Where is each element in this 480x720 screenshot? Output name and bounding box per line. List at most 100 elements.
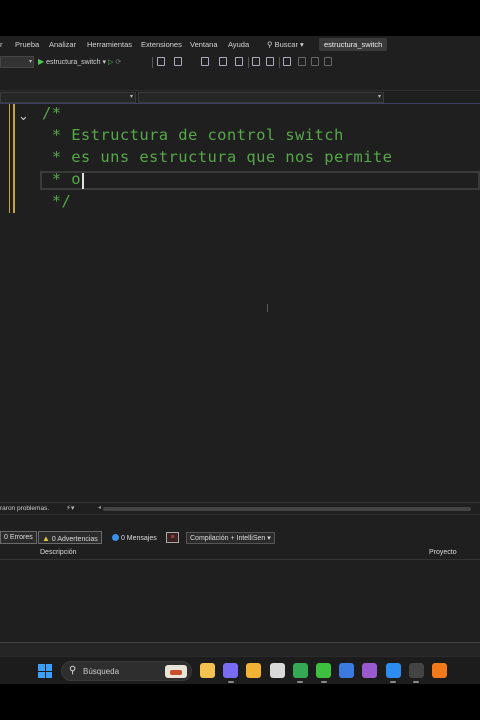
change-tracking-margin xyxy=(9,104,15,213)
error-list-panel: 0 Errores ▲ 0 Advertencias 0 Mensajes ≡ … xyxy=(0,514,480,642)
solution-name-tab[interactable]: estructura_switch xyxy=(319,38,388,51)
error-list-toolbar: 0 Errores ▲ 0 Advertencias 0 Mensajes ≡ … xyxy=(0,530,480,546)
menu-item-ventana[interactable]: Ventana xyxy=(190,40,218,49)
chevron-down-icon: ▾ xyxy=(129,94,133,100)
running-indicator xyxy=(320,681,327,683)
mouse-cursor xyxy=(267,304,268,312)
menu-bar: r Prueba Analizar Herramientas Extension… xyxy=(0,36,480,53)
menu-item-extensiones[interactable]: Extensiones xyxy=(141,40,182,49)
copilot-icon[interactable] xyxy=(223,663,239,678)
bookmark-next-icon[interactable] xyxy=(311,57,319,66)
xampp-icon[interactable] xyxy=(432,663,447,678)
package-icon[interactable] xyxy=(269,663,285,678)
tool-window-tabs xyxy=(0,642,480,656)
search-icon: ⚲ xyxy=(267,40,273,49)
running-indicator xyxy=(390,681,397,683)
configuration-dropdown[interactable]: ▾ xyxy=(0,56,34,68)
play-icon: ▶ xyxy=(38,57,45,66)
horizontal-scrollbar[interactable] xyxy=(103,507,471,511)
column-project[interactable]: Proyecto xyxy=(429,549,457,556)
header-divider xyxy=(0,559,480,560)
errors-count: 0 Errores xyxy=(4,534,33,541)
code-line[interactable]: */ xyxy=(42,192,71,210)
file-explorer-icon[interactable] xyxy=(200,663,215,678)
running-indicator xyxy=(297,681,304,683)
code-line[interactable]: * o xyxy=(42,170,81,188)
errors-filter-button[interactable]: 0 Errores xyxy=(0,531,37,544)
member-scope-dropdown[interactable]: ▾ xyxy=(138,92,384,103)
codeblocks-icon[interactable] xyxy=(316,663,331,678)
taskbar-search-label: Búsqueda xyxy=(83,667,120,676)
toolbar-tool-icon[interactable] xyxy=(157,57,165,66)
bookmark-clear-icon[interactable] xyxy=(324,57,332,66)
code-cleanup-icon[interactable]: ⚡▾ xyxy=(66,504,74,512)
windows-start-icon[interactable] xyxy=(38,664,52,678)
chevron-down-icon: ▾ xyxy=(28,59,32,65)
messages-count: 0 Mensajes xyxy=(120,535,157,542)
warning-icon: ▲ xyxy=(42,534,50,543)
code-line[interactable]: * es uns estructura que nos permite xyxy=(42,148,392,166)
warnings-filter-button[interactable]: ▲ 0 Advertencias xyxy=(38,531,102,544)
chrome-icon[interactable] xyxy=(292,663,308,678)
toolbar-tool-icon[interactable] xyxy=(266,57,274,66)
bookmark-prev-icon[interactable] xyxy=(298,57,306,66)
folder-icon[interactable] xyxy=(246,663,262,678)
code-line[interactable]: /* xyxy=(42,104,61,122)
code-editor[interactable]: ⌄ /* * Estructura de control switch * es… xyxy=(0,104,480,502)
current-line-highlight xyxy=(40,171,480,190)
toolbar-tool-icon[interactable] xyxy=(219,57,227,66)
navigation-bar: ▾ ▾ xyxy=(0,90,480,104)
text-caret xyxy=(82,173,84,189)
toolbar-tool-icon[interactable] xyxy=(235,57,243,66)
scroll-left-icon[interactable]: ◂ xyxy=(98,504,101,511)
toolbar-tool-icon[interactable] xyxy=(201,57,209,66)
chevron-down-icon: ▾ xyxy=(102,59,107,66)
running-indicator xyxy=(227,681,234,683)
messages-filter-button[interactable]: 0 Mensajes xyxy=(108,531,161,544)
taskbar: ⚲ Búsqueda xyxy=(0,656,480,684)
terminal-icon[interactable] xyxy=(408,663,424,678)
vscode-icon[interactable] xyxy=(385,663,401,678)
taskbar-search[interactable]: ⚲ Búsqueda xyxy=(61,661,192,681)
running-indicator xyxy=(413,681,420,683)
error-list-header: Descripción Proyecto xyxy=(0,549,480,559)
document-tab-strip xyxy=(0,72,480,90)
bookmark-icon[interactable] xyxy=(283,57,291,66)
build-filter-dropdown[interactable]: Compilación + IntelliSen ▾ xyxy=(186,532,275,544)
toolbar-tool-icon[interactable] xyxy=(174,57,182,66)
type-scope-dropdown[interactable]: ▾ xyxy=(0,92,136,103)
toolbar: ▾ ▶ estructura_switch ▾ ▷ ⟳ xyxy=(0,53,480,72)
menu-item-ayuda[interactable]: Ayuda xyxy=(228,40,249,49)
github-desktop-icon[interactable] xyxy=(362,663,378,678)
pencil-app-icon[interactable] xyxy=(339,663,355,678)
search-menu[interactable]: ⚲ Buscar ▾ xyxy=(267,40,304,49)
toolbar-separator xyxy=(279,57,280,68)
run-target-label: estructura_switch xyxy=(46,59,101,66)
search-icon: ⚲ xyxy=(69,665,77,676)
editor-status-strip: raron problemas. ⚡▾ ◂ xyxy=(0,502,480,514)
search-menu-label: Buscar xyxy=(274,40,298,49)
chevron-down-icon: ▾ xyxy=(267,535,271,542)
search-highlight-image xyxy=(165,665,187,678)
menu-item-prev[interactable]: r xyxy=(0,40,3,49)
column-description[interactable]: Descripción xyxy=(40,549,77,556)
toolbar-tool-icon[interactable] xyxy=(252,57,260,66)
chevron-down-icon: ▾ xyxy=(377,94,381,100)
toolbar-separator xyxy=(152,57,153,68)
menu-item-herramientas[interactable]: Herramientas xyxy=(87,40,132,49)
menu-item-analizar[interactable]: Analizar xyxy=(49,40,76,49)
warnings-count: 0 Advertencias xyxy=(51,536,98,543)
chevron-down-icon: ▾ xyxy=(300,40,304,49)
health-status-text: raron problemas. xyxy=(0,505,50,512)
toolbar-separator xyxy=(248,57,249,68)
info-icon xyxy=(112,534,119,541)
code-line[interactable]: * Estructura de control switch xyxy=(42,126,344,144)
build-filter-value: Compilación + IntelliSen xyxy=(190,535,266,542)
letterbox-bottom xyxy=(0,684,480,720)
filter-icon[interactable]: ≡ xyxy=(166,532,179,543)
run-button[interactable]: ▶ estructura_switch ▾ ▷ ⟳ xyxy=(38,57,121,66)
menu-item-prueba[interactable]: Prueba xyxy=(15,40,39,49)
play-outline-icon[interactable]: ▷ xyxy=(108,59,113,66)
collapse-icon[interactable]: ⌄ xyxy=(18,108,29,124)
hot-reload-icon[interactable]: ⟳ xyxy=(115,59,121,66)
